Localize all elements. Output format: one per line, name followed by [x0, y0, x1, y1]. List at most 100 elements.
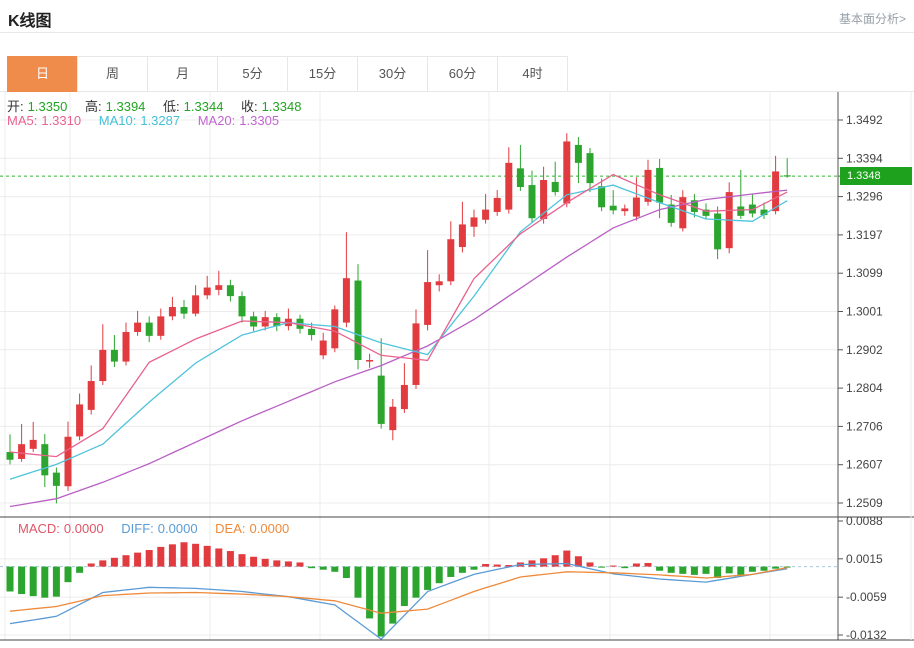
- macd-bar: [401, 567, 408, 606]
- candle-body: [331, 309, 338, 348]
- candle-body: [413, 323, 420, 385]
- interval-tabbar: 日 周 月 5分 15分 30分 60分 4时: [0, 56, 914, 92]
- macd-bar: [134, 553, 141, 567]
- ma10-value: 1.3287: [140, 113, 180, 128]
- macd-bar: [343, 567, 350, 578]
- ma20-value: 1.3305: [239, 113, 279, 128]
- macd-readout: MACD:0.0000 DIFF:0.0000 DEA:0.0000: [18, 521, 293, 536]
- axis-label: 1.3296: [846, 190, 883, 204]
- ma-readout: MA5:1.3310 MA10:1.3287 MA20:1.3305: [7, 113, 283, 128]
- tab-month[interactable]: 月: [147, 56, 218, 92]
- macd-bar: [413, 567, 420, 598]
- diff-label: DIFF:: [121, 521, 154, 536]
- macd-bar: [273, 560, 280, 566]
- macd-value: 0.0000: [64, 521, 104, 536]
- chart-canvas[interactable]: 1.34921.33941.32961.31971.30991.30011.29…: [0, 92, 914, 648]
- macd-bar: [53, 567, 60, 597]
- candle-body: [436, 281, 443, 285]
- candle-body: [215, 285, 222, 290]
- candle-body: [181, 307, 188, 314]
- close-label: 收:: [241, 99, 258, 114]
- macd-bar: [424, 567, 431, 590]
- candle-body: [7, 452, 14, 460]
- candle-body: [587, 153, 594, 183]
- current-price-badge: 1.3348: [840, 167, 912, 185]
- macd-bar: [552, 555, 559, 566]
- candle-body: [123, 332, 130, 362]
- diff-value: 0.0000: [158, 521, 198, 536]
- macd-bar: [297, 562, 304, 566]
- macd-bar: [471, 567, 478, 570]
- macd-bar: [691, 567, 698, 575]
- kline-page: K线图 基本面分析> 日 周 月 5分 15分 30分 60分 4时 1.349…: [0, 0, 914, 648]
- tab-day[interactable]: 日: [7, 56, 78, 92]
- tab-30min[interactable]: 30分: [357, 56, 428, 92]
- macd-bar: [181, 542, 188, 566]
- macd-bar: [726, 567, 733, 574]
- tab-4hour[interactable]: 4时: [497, 56, 568, 92]
- macd-bar: [645, 563, 652, 567]
- tab-week[interactable]: 周: [77, 56, 148, 92]
- tab-15min[interactable]: 15分: [287, 56, 358, 92]
- candle-body: [320, 341, 327, 356]
- chart-area[interactable]: 1.34921.33941.32961.31971.30991.30011.29…: [0, 92, 914, 648]
- macd-bar: [482, 564, 489, 567]
- macd-bar: [621, 567, 628, 569]
- axis-label: 1.3197: [846, 228, 883, 242]
- macd-bar: [76, 567, 83, 573]
- candle-body: [505, 163, 512, 210]
- candle-body: [529, 185, 536, 218]
- ma5-value: 1.3310: [41, 113, 81, 128]
- header-divider: [0, 32, 914, 33]
- high-label: 高:: [85, 99, 102, 114]
- macd-histogram: [7, 542, 791, 636]
- macd-label: MACD:: [18, 521, 60, 536]
- macd-bar: [204, 546, 211, 567]
- macd-bar: [703, 567, 710, 574]
- candle-body: [389, 407, 396, 430]
- macd-bar: [529, 560, 536, 566]
- candle-body: [192, 295, 199, 313]
- candle-body: [18, 444, 25, 459]
- axis-label: 1.2804: [846, 381, 883, 395]
- fundamental-analysis-link[interactable]: 基本面分析>: [839, 10, 906, 27]
- candle-body: [41, 444, 48, 475]
- macd-bar: [355, 567, 362, 598]
- axis-label: 0.0015: [846, 552, 883, 566]
- macd-bar: [146, 550, 153, 567]
- macd-bar: [99, 560, 106, 566]
- macd-bar: [761, 567, 768, 571]
- macd-bar: [88, 563, 95, 566]
- candle-body: [169, 307, 176, 316]
- macd-bar: [598, 567, 605, 568]
- macd-bar: [320, 567, 327, 570]
- macd-bar: [192, 544, 199, 567]
- candle-body: [552, 182, 559, 192]
- macd-bar: [587, 562, 594, 566]
- candle-body: [146, 323, 153, 336]
- candles-layer: [7, 133, 791, 503]
- axis-label: 1.3394: [846, 151, 883, 165]
- axis-label: -0.0132: [846, 628, 887, 642]
- macd-bar: [749, 567, 756, 572]
- page-title: K线图: [8, 7, 52, 31]
- macd-bar: [772, 567, 779, 569]
- macd-bar: [436, 567, 443, 584]
- macd-bar: [262, 559, 269, 567]
- open-label: 开:: [7, 99, 24, 114]
- macd-bar: [378, 567, 385, 637]
- tab-60min[interactable]: 60分: [427, 56, 498, 92]
- candle-body: [65, 437, 72, 486]
- macd-bar: [215, 548, 222, 566]
- candle-body: [656, 168, 663, 203]
- axis-label: 1.3001: [846, 305, 883, 319]
- ma5-label: MA5:: [7, 113, 37, 128]
- candle-body: [204, 288, 211, 296]
- candle-body: [366, 360, 373, 362]
- tab-5min[interactable]: 5分: [217, 56, 288, 92]
- macd-bar: [18, 567, 25, 594]
- candle-body: [784, 175, 791, 176]
- macd-bar: [41, 567, 48, 598]
- dea-value: 0.0000: [250, 521, 290, 536]
- axis-label: 1.2607: [846, 458, 883, 472]
